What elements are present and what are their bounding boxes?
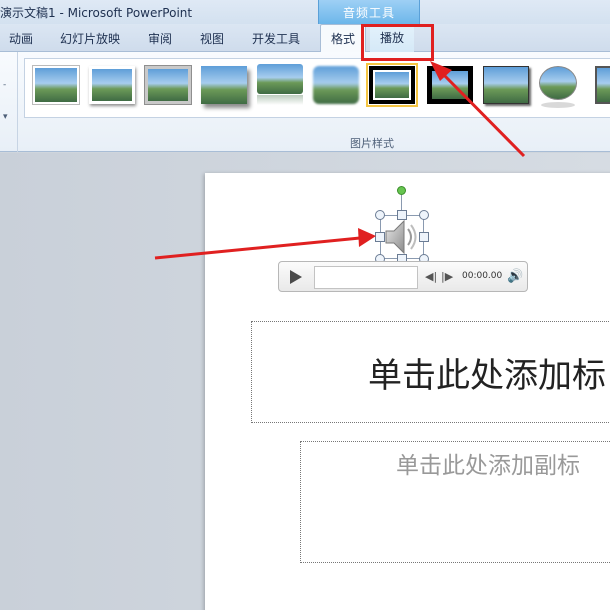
picture-styles-group-label: 图片样式 — [350, 137, 394, 150]
previous-group-edge: - ▾ — [0, 52, 18, 152]
subtitle-placeholder-text: 单击此处添加副标 — [396, 453, 580, 479]
resize-handle-top-right[interactable] — [419, 210, 429, 220]
resize-handle-left[interactable] — [375, 232, 385, 242]
title-placeholder[interactable]: 单击此处添加标 — [251, 321, 610, 423]
play-icon[interactable] — [290, 270, 302, 284]
tab-slide-show[interactable]: 幻灯片放映 — [60, 30, 120, 47]
rewind-icon[interactable]: ◀| — [425, 270, 437, 283]
rotate-handle[interactable] — [397, 186, 406, 195]
picture-styles-gallery — [24, 58, 610, 118]
window-title: 演示文稿1 - Microsoft PowerPoint — [0, 6, 193, 20]
title-placeholder-text: 单击此处添加标 — [368, 356, 606, 396]
tab-view[interactable]: 视图 — [200, 30, 224, 47]
tab-animations[interactable]: 动画 — [9, 30, 33, 47]
slide-workspace: ◀| |▶ 00:00.00 🔊 单击此处添加标 单击此处添加副标 — [0, 153, 610, 610]
audio-tools-context-group: 音频工具 — [318, 0, 420, 24]
picture-style-8[interactable] — [427, 66, 473, 104]
dropdown-arrow-icon[interactable]: ▾ — [3, 112, 8, 122]
ribbon-panel: - ▾ 图片样式 — [0, 52, 610, 152]
title-bar: 演示文稿1 - Microsoft PowerPoint 音频工具 — [0, 0, 610, 24]
resize-handle-right[interactable] — [419, 232, 429, 242]
resize-handle-top-left[interactable] — [375, 210, 385, 220]
picture-style-2[interactable] — [89, 66, 135, 104]
tab-format[interactable]: 格式 — [320, 24, 367, 53]
annotation-highlight-box — [361, 24, 434, 61]
picture-style-11[interactable] — [595, 66, 610, 104]
ribbon-tab-bar: 动画 幻灯片放映 审阅 视图 开发工具 格式 播放 — [0, 24, 610, 53]
tab-review[interactable]: 审阅 — [148, 30, 172, 47]
volume-icon[interactable]: 🔊 — [507, 269, 523, 284]
audio-progress-bar[interactable] — [314, 266, 418, 289]
slide-canvas[interactable]: ◀| |▶ 00:00.00 🔊 单击此处添加标 单击此处添加副标 — [205, 173, 610, 610]
group-edge-marker-icon: - — [3, 80, 7, 90]
tab-developer[interactable]: 开发工具 — [252, 30, 300, 47]
forward-icon[interactable]: |▶ — [441, 270, 453, 283]
picture-style-1[interactable] — [33, 66, 79, 104]
picture-style-9[interactable] — [483, 66, 529, 104]
context-group-label: 音频工具 — [342, 6, 395, 20]
picture-style-10[interactable] — [539, 66, 577, 108]
picture-style-7[interactable] — [366, 63, 418, 107]
picture-style-3[interactable] — [145, 66, 191, 104]
subtitle-placeholder[interactable]: 单击此处添加副标 — [300, 441, 610, 563]
picture-style-5[interactable] — [257, 64, 303, 105]
speaker-icon[interactable] — [380, 215, 424, 259]
picture-style-6[interactable] — [313, 66, 359, 104]
audio-time: 00:00.00 — [462, 271, 503, 281]
picture-style-4[interactable] — [201, 66, 247, 104]
resize-handle-top[interactable] — [397, 210, 407, 220]
audio-player-bar: ◀| |▶ 00:00.00 🔊 — [278, 261, 528, 292]
